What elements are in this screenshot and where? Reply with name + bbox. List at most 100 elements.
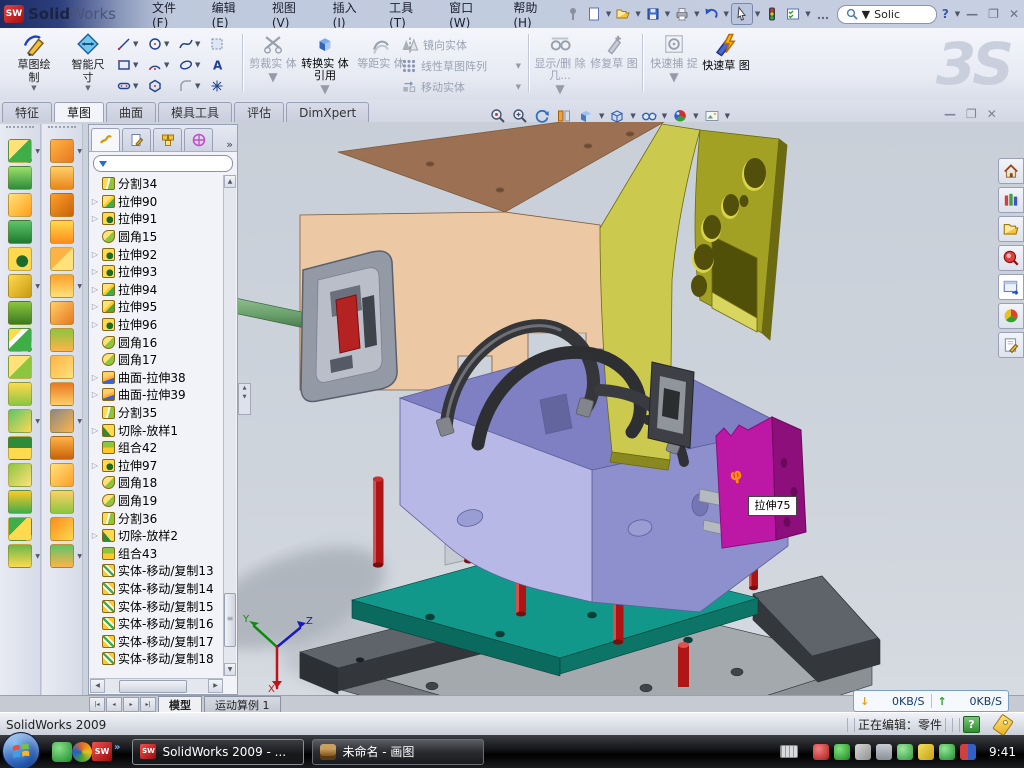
doc-tab-模型[interactable]: 模型 <box>158 696 202 713</box>
tree-item[interactable]: ▷拉伸90 <box>91 193 225 211</box>
dome-feature-icon[interactable] <box>8 490 32 514</box>
view-orientation-dropdown-icon[interactable]: ▼ <box>630 112 635 120</box>
taskpane-view-palette-button[interactable] <box>998 274 1024 300</box>
hole-wizard-icon[interactable]: ▼ <box>8 274 32 298</box>
revolved-boss-icon[interactable] <box>8 166 32 190</box>
tree-item[interactable]: 实体-移动/复制16 <box>91 615 225 633</box>
tab-曲面[interactable]: 曲面 <box>106 102 156 122</box>
search-dropdown-icon[interactable]: ▼ <box>862 8 870 21</box>
task-button[interactable]: 未命名 - 画图 <box>312 739 484 765</box>
cmd-arc-button[interactable]: ▼ <box>147 55 177 75</box>
tree-item[interactable]: ▷拉伸95 <box>91 298 225 316</box>
quicklaunch-overflow-icon[interactable]: » <box>114 742 120 753</box>
model-gray-holder[interactable] <box>301 251 397 401</box>
knit-surface-icon[interactable] <box>50 328 74 352</box>
trim-surface-icon[interactable]: ▼ <box>50 409 74 433</box>
pin-icon[interactable] <box>563 4 583 24</box>
panel-tabs-overflow-icon[interactable]: » <box>226 138 233 151</box>
linear-pattern-icon[interactable] <box>8 328 32 352</box>
taskpane-custom-properties-button[interactable] <box>998 332 1024 358</box>
model-magenta-block[interactable]: φ <box>716 417 806 548</box>
doc-tab-运动算例 1[interactable]: 运动算例 1 <box>204 696 281 713</box>
tree-item[interactable]: 圆角19 <box>91 492 225 510</box>
delete-face-icon[interactable] <box>50 463 74 487</box>
select-dropdown-icon[interactable]: ▼ <box>755 10 760 18</box>
taskpane-design-library-button[interactable] <box>998 187 1024 213</box>
rib-feature-icon[interactable] <box>8 382 32 406</box>
tag-icon[interactable] <box>992 713 1014 736</box>
cmd-polygon-button[interactable] <box>147 76 177 96</box>
open-dropdown-icon[interactable]: ▼ <box>635 10 640 18</box>
tree-item[interactable]: 实体-移动/复制15 <box>91 597 225 615</box>
cmd-smart-dimension-button[interactable]: 智能尺 寸▼ <box>62 32 114 92</box>
cmd-text-button[interactable]: A <box>209 55 239 75</box>
expand-icon[interactable]: ▷ <box>91 426 99 435</box>
swept-boss-icon[interactable] <box>8 193 32 217</box>
zoom-area-icon[interactable] <box>510 106 530 126</box>
scene-dropdown-icon[interactable]: ▼ <box>725 112 730 120</box>
expand-icon[interactable]: ▷ <box>91 250 99 259</box>
extruded-cut-icon[interactable] <box>8 247 32 271</box>
expand-icon[interactable]: ▷ <box>91 285 99 294</box>
update-badge-tray-icon[interactable] <box>855 744 871 760</box>
tree-item[interactable]: 实体-移动/复制17 <box>91 632 225 650</box>
extend-surface-icon[interactable] <box>50 382 74 406</box>
expand-icon[interactable]: ▷ <box>91 302 99 311</box>
panel-tab-propertymanager[interactable] <box>122 128 151 151</box>
expand-icon[interactable]: ▷ <box>91 267 99 276</box>
curve-feature-icon[interactable]: ▼ <box>8 544 32 568</box>
display-style-icon[interactable] <box>576 106 596 126</box>
parting-surface-icon[interactable] <box>50 517 74 541</box>
taskpane-appearances-scenes-button[interactable] <box>998 303 1024 329</box>
expand-icon[interactable]: ▷ <box>91 214 99 223</box>
toolbar-grip[interactable] <box>48 126 76 136</box>
expand-icon[interactable]: ▷ <box>91 373 99 382</box>
scroll-down-icon[interactable]: ▼ <box>224 663 236 676</box>
replace-face-icon[interactable] <box>50 490 74 514</box>
hide-show-items-dropdown-icon[interactable]: ▼ <box>662 112 667 120</box>
tree-item[interactable]: 圆角16 <box>91 333 225 351</box>
network-warning-tray-icon[interactable] <box>918 744 934 760</box>
appearances-icon[interactable] <box>670 106 690 126</box>
quicklaunch-messenger-icon[interactable] <box>52 742 72 762</box>
tree-item[interactable]: 分割36 <box>91 509 225 527</box>
extruded-boss-icon[interactable]: ▼ <box>8 139 32 163</box>
shell-feature-icon[interactable] <box>8 436 32 460</box>
graphics-viewport[interactable]: φ <box>238 122 1024 695</box>
tree-item[interactable]: 分割34 <box>91 175 225 193</box>
tab-模具工具[interactable]: 模具工具 <box>158 102 232 122</box>
antivirus-red-tray-icon[interactable] <box>813 744 829 760</box>
print-dropdown-icon[interactable]: ▼ <box>694 10 699 18</box>
lofted-boss-icon[interactable] <box>8 220 32 244</box>
boundary-surface-icon[interactable] <box>50 355 74 379</box>
doc-restore-button[interactable]: ❐ <box>966 107 977 121</box>
tree-vertical-scrollbar[interactable]: ▲ ▼ <box>223 175 236 676</box>
panel-splitter-control[interactable]: ▲▼ <box>238 383 251 415</box>
options-icon[interactable] <box>783 4 803 24</box>
cmd-rectangle-button[interactable]: ▼ <box>116 55 146 75</box>
tree-item[interactable]: ▷拉伸94 <box>91 281 225 299</box>
mirror-feature-icon[interactable] <box>8 517 32 541</box>
restore-button[interactable]: ❐ <box>983 7 1004 21</box>
filled-surface-icon[interactable] <box>50 220 74 244</box>
rebuild-icon[interactable] <box>762 4 782 24</box>
expand-icon[interactable]: ▷ <box>91 531 99 540</box>
close-button[interactable]: ✕ <box>1004 7 1024 21</box>
zoom-fit-icon[interactable] <box>488 106 508 126</box>
cmd-line-button[interactable]: ▼ <box>116 34 146 54</box>
cmd-select-region-button[interactable] <box>209 34 239 54</box>
expand-icon[interactable]: ▷ <box>91 197 99 206</box>
radiate-surface-icon[interactable] <box>50 166 74 190</box>
mid-surface-icon[interactable] <box>50 247 74 271</box>
planar-surface-icon[interactable] <box>50 301 74 325</box>
keyboard-tray-icon[interactable] <box>780 745 798 758</box>
options-dropdown-icon[interactable]: ▼ <box>805 10 810 18</box>
print-icon[interactable] <box>672 4 692 24</box>
cmd-rapid-sketch-button[interactable]: 快速草 图 <box>700 33 752 72</box>
cmd-sketch-pencil-button[interactable]: 草图绘 制▼ <box>8 32 60 92</box>
cmd-ellipse-button[interactable]: ▼ <box>178 55 208 75</box>
view-orientation-icon[interactable] <box>607 106 627 126</box>
taskpane-home-button[interactable] <box>998 158 1024 184</box>
tree-item[interactable]: 实体-移动/复制18 <box>91 650 225 668</box>
fillet-feature-icon[interactable] <box>8 355 32 379</box>
